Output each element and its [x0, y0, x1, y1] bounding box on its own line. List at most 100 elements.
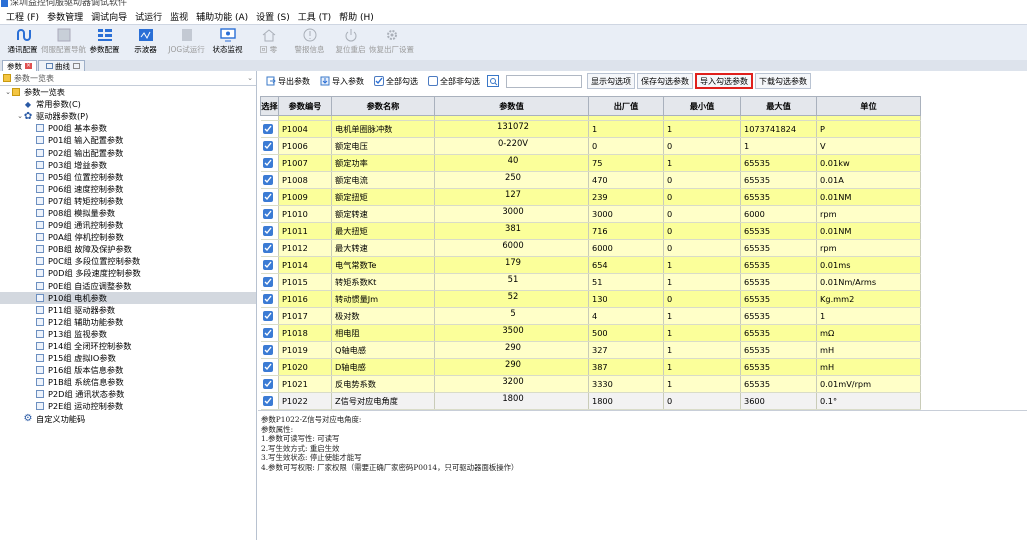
- checkbox[interactable]: [262, 311, 273, 321]
- checkbox[interactable]: [262, 226, 273, 236]
- tree-item[interactable]: P11组 驱动器参数: [0, 304, 256, 316]
- checkbox[interactable]: [262, 294, 273, 304]
- menu-item[interactable]: 调试向导: [87, 10, 131, 23]
- table-row[interactable]: P1021 反电势系数 3200 3330 1 65535 0.01mV/rpm: [260, 375, 921, 393]
- checkbox[interactable]: [262, 328, 273, 338]
- tree-item[interactable]: ⌄ 参数一览表: [0, 86, 256, 98]
- column-header[interactable]: 单位: [816, 96, 921, 116]
- toolbar-button-2[interactable]: 参数配置: [84, 25, 125, 61]
- table-cell-select[interactable]: [260, 205, 279, 223]
- table-cell-select[interactable]: [260, 324, 279, 342]
- checkbox[interactable]: [262, 209, 273, 219]
- table-cell-select[interactable]: [260, 392, 279, 410]
- chevron-down-icon[interactable]: ⌄: [247, 74, 253, 82]
- table-row[interactable]: P1019 Q轴电感 290 327 1 65535 mH: [260, 341, 921, 359]
- table-cell-select[interactable]: [260, 256, 279, 274]
- chevron-down-icon[interactable]: ⌄: [16, 112, 24, 120]
- table-cell-value[interactable]: 1800: [434, 392, 589, 410]
- menu-item[interactable]: 辅助功能 (A): [192, 10, 252, 23]
- tree-item[interactable]: P0D组 多段速度控制参数: [0, 267, 256, 279]
- table-cell-select[interactable]: [260, 375, 279, 393]
- toolbar-button-3[interactable]: 示波器: [125, 25, 166, 61]
- table-cell-value[interactable]: 179: [434, 256, 589, 274]
- table-cell-value[interactable]: 51: [434, 273, 589, 291]
- menu-item[interactable]: 工程 (F): [2, 10, 43, 23]
- table-cell-value[interactable]: 40: [434, 154, 589, 172]
- tree-item[interactable]: P15组 虚拟IO参数: [0, 352, 256, 364]
- table-cell-value[interactable]: 381: [434, 222, 589, 240]
- table-cell-select[interactable]: [260, 358, 279, 376]
- column-header[interactable]: 出厂值: [588, 96, 664, 116]
- select-all-button[interactable]: 全部勾选: [370, 73, 422, 89]
- table-cell-value[interactable]: 250: [434, 171, 589, 189]
- menu-item[interactable]: 试运行: [131, 10, 166, 23]
- column-header[interactable]: 最大值: [740, 96, 817, 116]
- table-row[interactable]: P1010 额定转速 3000 3000 0 6000 rpm: [260, 205, 921, 223]
- tree-item[interactable]: ⌄ ✿ 驱动器参数(P): [0, 110, 256, 122]
- table-cell-select[interactable]: [260, 290, 279, 308]
- tree-item[interactable]: P2E组 运动控制参数: [0, 400, 256, 412]
- table-cell-value[interactable]: 52: [434, 290, 589, 308]
- table-row[interactable]: P1012 最大转速 6000 6000 0 65535 rpm: [260, 239, 921, 257]
- tree-item[interactable]: P0C组 多段位置控制参数: [0, 255, 256, 267]
- close-icon[interactable]: ×: [25, 63, 32, 69]
- tree-item[interactable]: P13组 监视参数: [0, 328, 256, 340]
- table-row[interactable]: P1011 最大扭矩 381 716 0 65535 0.01NM: [260, 222, 921, 240]
- table-row[interactable]: P1004 电机单圈脉冲数 131072 1 1 1073741824 P: [260, 120, 921, 138]
- tree-item[interactable]: P02组 输出配置参数: [0, 146, 256, 158]
- download-checked-button[interactable]: 下载勾选参数: [755, 73, 811, 89]
- checkbox[interactable]: [262, 362, 273, 372]
- tree-item[interactable]: P0E组 自适应调整参数: [0, 280, 256, 292]
- checkbox[interactable]: [262, 175, 273, 185]
- table-cell-select[interactable]: [260, 239, 279, 257]
- tab-params[interactable]: 参数 ×: [2, 60, 37, 71]
- tree-item[interactable]: P00组 基本参数: [0, 122, 256, 134]
- tree-item[interactable]: ⚙ 自定义功能码: [0, 413, 256, 425]
- export-button[interactable]: 导出参数: [262, 73, 314, 89]
- checkbox[interactable]: [262, 158, 273, 168]
- toolbar-button-9[interactable]: 恢复出厂设置: [369, 25, 414, 61]
- tab-curve[interactable]: 曲线: [38, 60, 85, 71]
- show-checked-button[interactable]: 显示勾选项: [587, 73, 635, 89]
- column-header[interactable]: 参数名称: [331, 96, 435, 116]
- table-row[interactable]: P1008 额定电流 250 470 0 65535 0.01A: [260, 171, 921, 189]
- search-input[interactable]: [506, 74, 582, 88]
- menu-item[interactable]: 工具 (T): [294, 10, 335, 23]
- table-cell-select[interactable]: [260, 273, 279, 291]
- checkbox[interactable]: [262, 124, 273, 134]
- toolbar-button-5[interactable]: 状态监视: [207, 25, 248, 61]
- column-header[interactable]: 参数值: [434, 96, 589, 116]
- table-cell-value[interactable]: 3500: [434, 324, 589, 342]
- table-cell-select[interactable]: [260, 188, 279, 206]
- toolbar-button-7[interactable]: 警报信息: [289, 25, 330, 61]
- table-cell-select[interactable]: [260, 341, 279, 359]
- tree-item[interactable]: P2D组 通讯状态参数: [0, 388, 256, 400]
- checkbox[interactable]: [262, 396, 273, 406]
- table-row[interactable]: P1022 Z信号对应电角度 1800 1800 0 3600 0.1°: [260, 392, 921, 410]
- column-header[interactable]: 参数编号: [278, 96, 332, 116]
- table-cell-value[interactable]: 6000: [434, 239, 589, 257]
- tree-item[interactable]: P16组 版本信息参数: [0, 364, 256, 376]
- table-cell-select[interactable]: [260, 307, 279, 325]
- table-cell-value[interactable]: 290: [434, 341, 589, 359]
- table-row[interactable]: P1016 转动惯量Jm 52 130 0 65535 Kg.mm2: [260, 290, 921, 308]
- tree-item[interactable]: P07组 转矩控制参数: [0, 195, 256, 207]
- save-checked-button[interactable]: 保存勾选参数: [637, 73, 693, 89]
- tree-item[interactable]: P0A组 停机控制参数: [0, 231, 256, 243]
- table-row[interactable]: P1020 D轴电感 290 387 1 65535 mH: [260, 358, 921, 376]
- checkbox[interactable]: [262, 141, 273, 151]
- table-row[interactable]: P1015 转矩系数Kt 51 51 1 65535 0.01Nm/Arms: [260, 273, 921, 291]
- tree-item[interactable]: P01组 输入配置参数: [0, 134, 256, 146]
- table-cell-value[interactable]: 127: [434, 188, 589, 206]
- import-button[interactable]: 导入参数: [316, 73, 368, 89]
- table-cell-select[interactable]: [260, 222, 279, 240]
- tree-item[interactable]: P08组 模拟量参数: [0, 207, 256, 219]
- tree-item[interactable]: P1B组 系统信息参数: [0, 376, 256, 388]
- table-row[interactable]: P1009 额定扭矩 127 239 0 65535 0.01NM: [260, 188, 921, 206]
- menu-item[interactable]: 参数管理: [43, 10, 87, 23]
- checkbox[interactable]: [262, 243, 273, 253]
- toolbar-button-8[interactable]: 复位重启: [330, 25, 371, 61]
- toolbar-button-0[interactable]: 通讯配置: [2, 25, 43, 61]
- toolbar-button-1[interactable]: 伺服配置导航: [41, 25, 86, 61]
- search-button[interactable]: [486, 73, 502, 89]
